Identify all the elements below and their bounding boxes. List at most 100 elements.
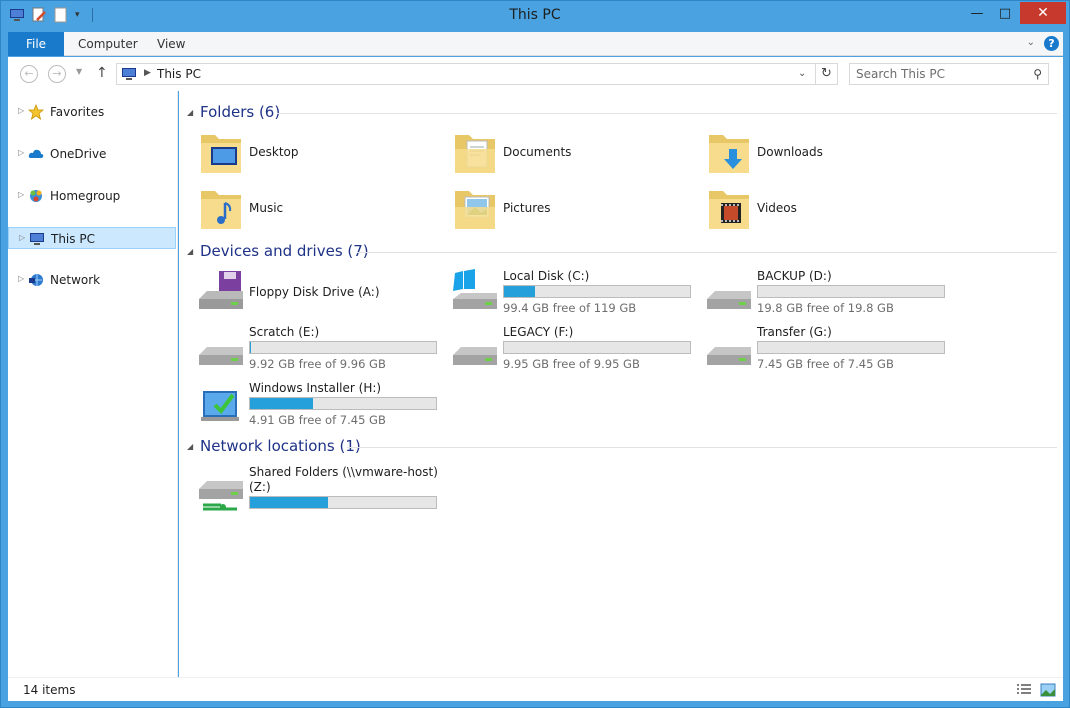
drive-free-space: 99.4 GB free of 119 GB [503,301,637,315]
refresh-button[interactable]: ↻ [815,63,837,85]
drive-tile-d[interactable]: BACKUP (D:) 19.8 GB free of 19.8 GB [705,269,955,321]
system-drive-icon [451,269,499,317]
drive-tile-g[interactable]: Transfer (G:) 7.45 GB free of 7.45 GB [705,325,955,377]
nav-item-label: OneDrive [50,147,107,161]
drive-tile-h[interactable]: Windows Installer (H:) 4.91 GB free of 7… [197,381,447,433]
folder-tile-downloads[interactable]: Downloads [705,129,955,181]
computer-icon [121,67,137,81]
collapse-arrow-icon[interactable]: ◢ [187,442,193,451]
collapse-arrow-icon[interactable]: ◢ [187,247,193,256]
status-bar: 14 items [8,677,1063,701]
drive-tile-floppy-a[interactable]: Floppy Disk Drive (A:) [197,269,447,321]
nav-item-label: This PC [51,232,95,246]
close-button[interactable]: ✕ [1020,2,1066,24]
folder-tile-music[interactable]: Music [197,185,447,237]
search-icon[interactable]: ⚲ [1033,67,1042,81]
minimize-button[interactable]: — [963,1,991,25]
drive-usage-fill [504,286,535,297]
up-button[interactable]: ↑ [96,65,108,81]
group-title: Devices and drives (7) [200,242,369,260]
search-box[interactable]: ⚲ [849,63,1049,85]
folder-name: Pictures [503,201,551,215]
group-divider [347,447,1057,448]
nav-item-network[interactable]: ▷ Network [8,269,176,291]
homegroup-icon [28,188,44,204]
large-icons-view-icon[interactable] [1040,683,1056,697]
drive-usage-fill [250,497,329,508]
desktop-folder-icon [197,129,245,177]
drive-name: Windows Installer (H:) [249,381,382,395]
drive-free-space: 9.95 GB free of 9.95 GB [503,357,640,371]
tab-view[interactable]: View [157,32,185,56]
drive-free-space: 9.92 GB free of 9.96 GB [249,357,386,371]
drive-free-space: 4.91 GB free of 7.45 GB [249,413,386,427]
drive-tile-c[interactable]: Local Disk (C:) 99.4 GB free of 119 GB [451,269,701,321]
drive-name: LEGACY (F:) [503,325,574,339]
drive-usage-fill [250,398,314,409]
drive-usage-fill [250,342,251,353]
group-header-network[interactable]: ◢ Network locations (1) [187,437,1057,457]
drive-tile-e[interactable]: Scratch (E:) 9.92 GB free of 9.96 GB [197,325,447,377]
group-title: Folders (6) [200,103,281,121]
help-button[interactable]: ? [1044,36,1059,51]
drive-tile-z[interactable]: Shared Folders (\\vmware-host) (Z:) [197,465,447,525]
nav-item-label: Network [50,273,101,287]
ribbon: File Computer View ⌄ ? [8,32,1063,56]
drive-usage-bar [503,341,691,354]
title-bar: ▾ This PC — □ ✕ [1,1,1069,31]
drive-name: Local Disk (C:) [503,269,590,283]
folder-tile-videos[interactable]: Videos [705,185,955,237]
folder-tile-documents[interactable]: Documents [451,129,701,181]
onedrive-cloud-icon [28,146,44,162]
expand-arrow-icon[interactable]: ▷ [19,233,25,242]
tab-file[interactable]: File [8,32,64,56]
navigation-bar: ← → ▼ ↑ ▶ This PC ⌄ ↻ ⚲ [8,57,1063,91]
videos-folder-icon [705,185,753,233]
drive-name: Transfer (G:) [757,325,832,339]
folder-tile-desktop[interactable]: Desktop [197,129,447,181]
star-icon [27,103,45,120]
expand-arrow-icon[interactable]: ▷ [18,274,24,283]
maximize-button[interactable]: □ [991,1,1019,25]
explorer-window: ▾ This PC — □ ✕ File Computer View ⌄ ? ←… [0,0,1070,708]
group-header-devices[interactable]: ◢ Devices and drives (7) [187,242,1057,262]
floppy-drive-icon [197,269,245,317]
hard-drive-icon [197,325,245,373]
collapse-arrow-icon[interactable]: ◢ [187,108,193,117]
drive-usage-bar [757,341,945,354]
pictures-folder-icon [451,185,499,233]
details-view-icon[interactable] [1016,683,1032,697]
breadcrumb-chevron-icon[interactable]: ▶ [144,68,151,78]
folder-tile-pictures[interactable]: Pictures [451,185,701,237]
window-title: This PC [509,7,561,23]
folder-name: Music [249,201,284,215]
installer-drive-icon [197,381,245,429]
expand-arrow-icon[interactable]: ▷ [18,106,24,115]
music-folder-icon [197,185,245,233]
back-button[interactable]: ← [20,65,38,83]
group-header-folders[interactable]: ◢ Folders (6) [187,103,1057,123]
folder-name: Documents [503,145,572,159]
folder-name: Desktop [249,145,299,159]
address-dropdown-icon[interactable]: ⌄ [798,68,806,79]
drive-name: Shared Folders (\\vmware-host) [249,465,438,479]
tab-computer[interactable]: Computer [78,32,138,56]
nav-item-onedrive[interactable]: ▷ OneDrive [8,143,176,165]
recent-locations-button[interactable]: ▼ [76,67,82,76]
content-pane: ◢ Folders (6) Desktop Documents Download… [179,91,1063,677]
drive-name: Scratch (E:) [249,325,320,339]
address-bar[interactable]: ▶ This PC ⌄ ↻ [116,63,838,85]
nav-item-label: Homegroup [50,189,121,203]
drive-tile-f[interactable]: LEGACY (F:) 9.95 GB free of 9.95 GB [451,325,701,377]
forward-button[interactable]: → [48,65,66,83]
network-icon [28,272,44,288]
breadcrumb[interactable]: This PC [157,67,201,81]
nav-item-favorites[interactable]: ▷ Favorites [8,101,176,123]
expand-arrow-icon[interactable]: ▷ [18,148,24,157]
expand-ribbon-icon[interactable]: ⌄ [1027,37,1035,48]
search-input[interactable] [856,67,1016,81]
expand-arrow-icon[interactable]: ▷ [18,190,24,199]
drive-usage-bar [249,341,437,354]
nav-item-homegroup[interactable]: ▷ Homegroup [8,185,176,207]
nav-item-this-pc[interactable]: ▷ This PC [8,227,176,249]
